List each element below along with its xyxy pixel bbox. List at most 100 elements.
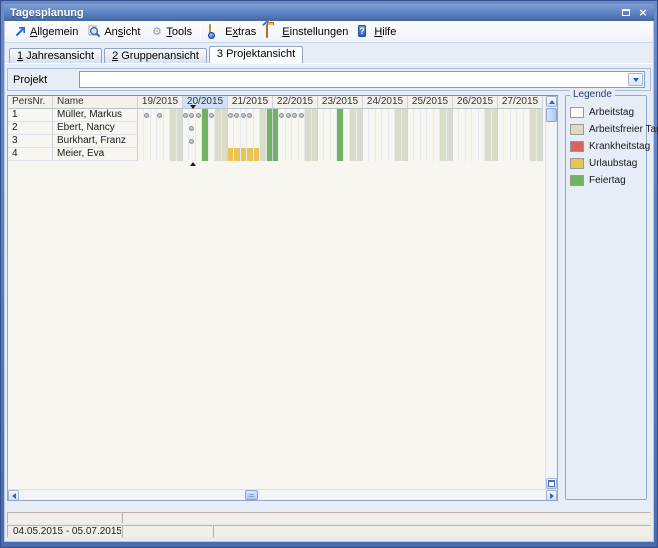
day-cell[interactable] — [312, 122, 317, 135]
table-row: 1Müller, Markus — [8, 109, 557, 122]
status-cell — [7, 512, 122, 524]
day-cell[interactable] — [177, 122, 182, 135]
day-cell[interactable] — [222, 148, 227, 161]
legend-label: Krankheitstag — [589, 141, 650, 152]
day-cell[interactable] — [402, 109, 407, 122]
vacation-swatch — [570, 158, 584, 169]
dayoff-swatch — [570, 124, 584, 135]
entry-dot — [209, 113, 214, 118]
package-globe-icon — [209, 25, 222, 38]
day-cell[interactable] — [357, 135, 362, 148]
week-header-24/2015[interactable]: 24/2015 — [363, 96, 408, 109]
day-cell[interactable] — [447, 109, 452, 122]
week-header-25/2015[interactable]: 25/2015 — [408, 96, 453, 109]
day-cell[interactable] — [267, 122, 272, 135]
day-cell[interactable] — [537, 148, 542, 161]
week-20/2015 — [183, 148, 228, 161]
week-20/2015 — [183, 109, 228, 122]
close-button[interactable]: × — [636, 7, 650, 19]
week-header-21/2015[interactable]: 21/2015 — [228, 96, 273, 109]
day-cell[interactable] — [447, 135, 452, 148]
day-cell[interactable] — [177, 148, 182, 161]
entry-dot — [247, 113, 252, 118]
day-cell[interactable] — [447, 122, 452, 135]
vertical-scroll-thumb[interactable] — [546, 108, 557, 122]
menu-item-allgemein[interactable]: Allgemein — [9, 24, 83, 39]
day-cell[interactable] — [312, 148, 317, 161]
day-cell[interactable] — [537, 109, 542, 122]
legend-item-arbeitstag: Arbeitstag — [570, 107, 643, 118]
vertical-scrollbar[interactable] — [545, 96, 557, 489]
day-cell[interactable] — [222, 109, 227, 122]
legend-label: Arbeitstag — [589, 107, 634, 118]
week-19/2015 — [138, 122, 183, 135]
gear-icon: ⚙ — [150, 25, 163, 38]
week-header-27/2015[interactable]: 27/2015 — [498, 96, 543, 109]
day-cell[interactable] — [402, 135, 407, 148]
day-cell[interactable] — [357, 148, 362, 161]
week-19/2015 — [138, 148, 183, 161]
legend-panel: Legende Arbeitstag Arbeitsfreier Tag — [565, 95, 647, 500]
column-header-name: Name — [53, 96, 138, 109]
scroll-up-button[interactable] — [546, 96, 557, 107]
menu-item-extras[interactable]: Extras — [204, 24, 261, 39]
day-cell[interactable] — [492, 148, 497, 161]
day-cell[interactable] — [402, 122, 407, 135]
scroll-left-button[interactable] — [8, 490, 19, 501]
day-cell[interactable] — [312, 109, 317, 122]
project-input[interactable] — [80, 72, 627, 87]
week-header-26/2015[interactable]: 26/2015 — [453, 96, 498, 109]
week-23/2015 — [318, 109, 363, 122]
person-name: Ebert, Nancy — [53, 122, 138, 135]
day-cell[interactable] — [357, 122, 362, 135]
day-cell[interactable] — [222, 135, 227, 148]
entry-dot — [286, 113, 291, 118]
day-cell[interactable] — [222, 122, 227, 135]
tab-projektansicht[interactable]: 3 Projektansicht — [209, 46, 303, 63]
scroll-right-button[interactable] — [546, 490, 557, 501]
day-cell[interactable] — [492, 109, 497, 122]
menu-item-tools[interactable]: ⚙ Tools — [145, 24, 197, 39]
day-cell[interactable] — [537, 122, 542, 135]
week-21/2015 — [228, 109, 273, 122]
day-cell[interactable] — [492, 122, 497, 135]
title-bar[interactable]: Tagesplanung × — [4, 4, 654, 21]
day-cell[interactable] — [267, 148, 272, 161]
menu-item-ansicht[interactable]: Ansicht — [83, 24, 145, 39]
today-marker-top — [190, 105, 196, 109]
entry-dot — [189, 113, 194, 118]
day-cell[interactable] — [357, 109, 362, 122]
menu-label: Hilfe — [374, 26, 396, 38]
person-nr: 4 — [8, 148, 53, 161]
project-dropdown-button[interactable] — [628, 73, 643, 86]
day-cell[interactable] — [402, 148, 407, 161]
horizontal-scrollbar[interactable] — [8, 489, 557, 500]
day-cell[interactable] — [267, 109, 272, 122]
tab-gruppenansicht[interactable]: 2 Gruppenansicht — [104, 48, 207, 63]
entry-dot — [228, 113, 233, 118]
entry-dot — [157, 113, 162, 118]
day-cell[interactable] — [492, 135, 497, 148]
column-header-persnr: PersNr. — [8, 96, 53, 109]
day-cell[interactable] — [312, 135, 317, 148]
day-cell[interactable] — [267, 135, 272, 148]
week-header-22/2015[interactable]: 22/2015 — [273, 96, 318, 109]
menu-item-einstellungen[interactable]: Einstellungen — [261, 24, 353, 39]
week-header-23/2015[interactable]: 23/2015 — [318, 96, 363, 109]
day-cell[interactable] — [177, 109, 182, 122]
menu-item-hilfe[interactable]: ? Hilfe — [353, 24, 401, 39]
menu-label: Tools — [166, 26, 192, 38]
restore-button[interactable] — [619, 7, 633, 19]
workday-swatch — [570, 107, 584, 118]
day-cell[interactable] — [177, 135, 182, 148]
menu-label: Extras — [225, 26, 256, 38]
project-combobox[interactable] — [79, 71, 645, 88]
date-range-cell: 04.05.2015 - 05.07.2015 — [7, 525, 122, 538]
day-cell[interactable] — [537, 135, 542, 148]
menu-bar: Allgemein Ansicht ⚙ Tools Extras Einstel… — [5, 21, 653, 43]
week-header-19/2015[interactable]: 19/2015 — [138, 96, 183, 109]
day-cell[interactable] — [447, 148, 452, 161]
scroll-corner-button[interactable] — [546, 478, 557, 489]
horizontal-scroll-thumb[interactable] — [245, 490, 258, 500]
tab-jahresansicht[interactable]: 1 Jahresansicht — [9, 48, 102, 63]
